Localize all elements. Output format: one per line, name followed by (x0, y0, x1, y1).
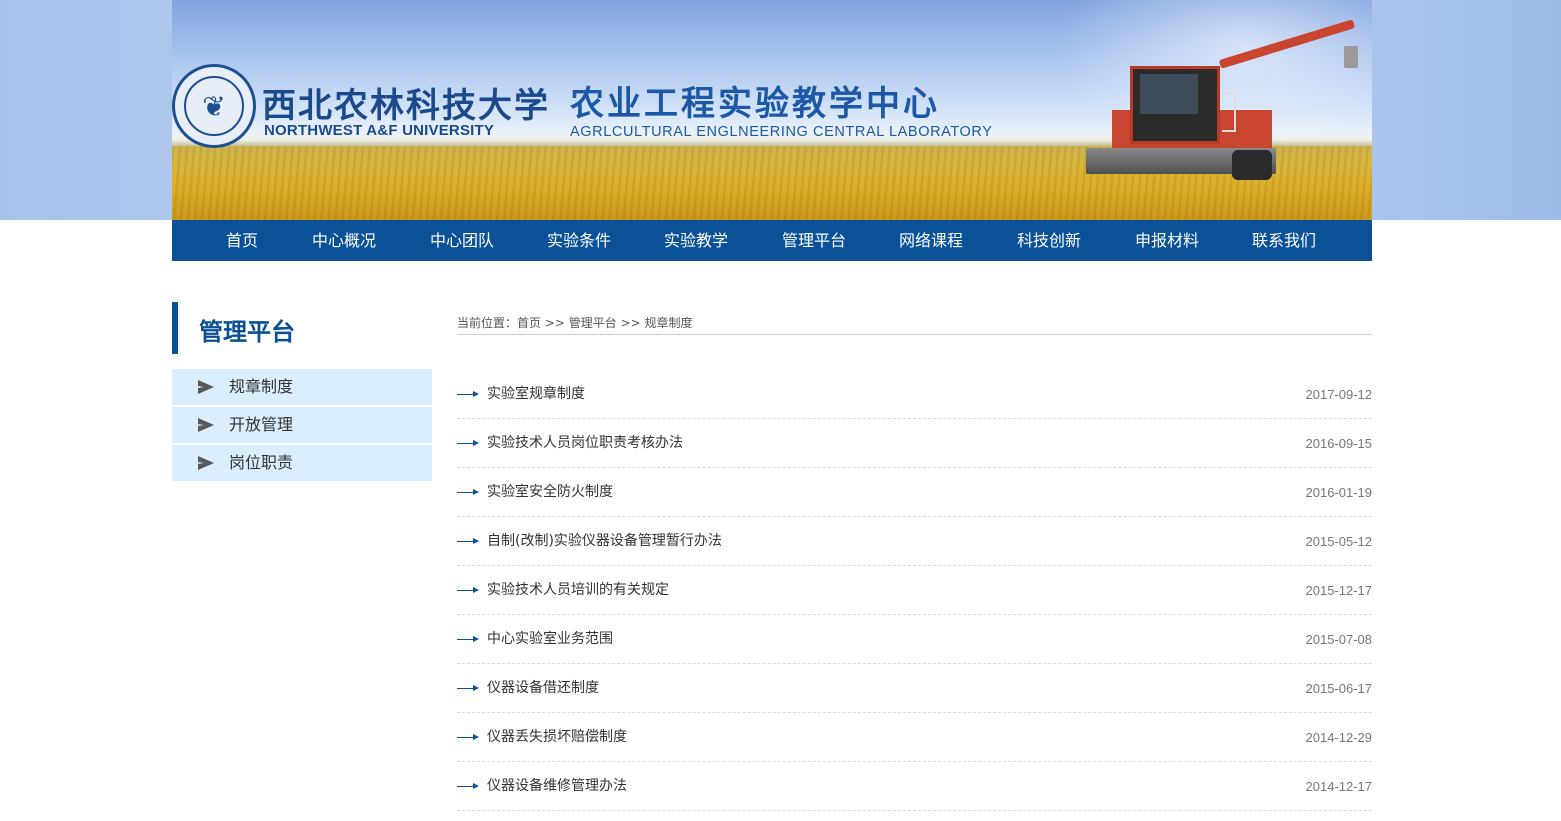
harvester-rail (1222, 92, 1236, 132)
sidebar-item-label: 岗位职责 (229, 453, 294, 472)
nav-item-conditions[interactable]: 实验条件 (547, 220, 611, 261)
list-item: 实验室规章制度 2017-09-12 (457, 370, 1372, 419)
arrow-right-icon (457, 636, 479, 642)
arrow-right-icon (198, 456, 214, 470)
arrow-right-icon (457, 734, 479, 740)
article-title-link[interactable]: 仪器丢失损坏赔偿制度 (487, 713, 627, 762)
article-list: 实验室规章制度 2017-09-12 实验技术人员岗位职责考核办法 2016-0… (457, 370, 1372, 811)
article-title-link[interactable]: 实验技术人员培训的有关规定 (487, 566, 669, 615)
sidebar-menu: 规章制度 开放管理 岗位职责 (172, 369, 432, 483)
arrow-right-icon (198, 418, 214, 432)
nav-item-team[interactable]: 中心团队 (430, 220, 494, 261)
list-item: 仪器设备维修管理办法 2014-12-17 (457, 762, 1372, 811)
arrow-right-icon (457, 538, 479, 544)
university-name-en: NORTHWEST A&F UNIVERSITY (264, 122, 495, 139)
sidebar-item-label: 开放管理 (229, 415, 294, 434)
arrow-right-icon (457, 587, 479, 593)
sidebar-item-duties[interactable]: 岗位职责 (172, 445, 432, 481)
article-date: 2016-09-15 (1305, 436, 1373, 451)
sidebar-item-regulations[interactable]: 规章制度 (172, 369, 432, 405)
article-title-link[interactable]: 实验室安全防火制度 (487, 468, 613, 517)
sidebar-item-label: 规章制度 (229, 377, 294, 396)
article-date: 2015-05-12 (1305, 534, 1373, 549)
article-title-link[interactable]: 实验技术人员岗位职责考核办法 (487, 419, 683, 468)
center-name-cn: 农业工程实验教学中心 (570, 84, 940, 124)
breadcrumb-separator: >> (616, 316, 645, 330)
article-title-link[interactable]: 仪器设备借还制度 (487, 664, 599, 713)
nav-item-courses[interactable]: 网络课程 (899, 220, 963, 261)
breadcrumb-section-link[interactable]: 管理平台 (569, 316, 617, 330)
article-title-link[interactable]: 实验室规章制度 (487, 370, 585, 419)
article-title-link[interactable]: 仪器设备维修管理办法 (487, 762, 627, 811)
list-item: 仪器设备借还制度 2015-06-17 (457, 664, 1372, 713)
university-name-cn[interactable]: 西北农林科技大学 (262, 78, 550, 127)
nav-item-overview[interactable]: 中心概况 (312, 220, 376, 261)
list-item: 自制(改制)实验仪器设备管理暂行办法 2015-05-12 (457, 517, 1372, 566)
breadcrumb-separator: >> (541, 316, 569, 330)
breadcrumb: 当前位置：首页 >> 管理平台 >> 规章制度 (457, 314, 1372, 335)
harvester-wheel (1232, 150, 1272, 180)
nav-item-home[interactable]: 首页 (226, 220, 258, 261)
main-nav: 首页 中心概况 中心团队 实验条件 实验教学 管理平台 网络课程 科技创新 申报… (172, 220, 1372, 261)
article-title-link[interactable]: 中心实验室业务范围 (487, 615, 613, 664)
article-date: 2014-12-17 (1305, 779, 1373, 794)
article-date: 2014-12-29 (1305, 730, 1373, 745)
list-item: 实验技术人员培训的有关规定 2015-12-17 (457, 566, 1372, 615)
list-item: 实验技术人员岗位职责考核办法 2016-09-15 (457, 419, 1372, 468)
nav-item-materials[interactable]: 申报材料 (1135, 220, 1199, 261)
arrow-right-icon (198, 380, 214, 394)
breadcrumb-prefix: 当前位置： (457, 316, 518, 330)
nav-item-teaching[interactable]: 实验教学 (664, 220, 728, 261)
breadcrumb-home-link[interactable]: 首页 (517, 316, 541, 330)
sidebar-heading: 管理平台 (172, 302, 432, 354)
nav-item-contact[interactable]: 联系我们 (1252, 220, 1316, 261)
arrow-right-icon (457, 391, 479, 397)
article-date: 2017-09-12 (1305, 387, 1373, 402)
article-title-link[interactable]: 自制(改制)实验仪器设备管理暂行办法 (487, 517, 722, 566)
harvester-cab-glass (1140, 74, 1198, 114)
sidebar-title: 管理平台 (199, 318, 295, 346)
article-date: 2015-06-17 (1305, 681, 1373, 696)
arrow-right-icon (457, 685, 479, 691)
arrow-right-icon (457, 440, 479, 446)
harvester-image (1082, 19, 1372, 190)
sidebar-item-open-management[interactable]: 开放管理 (172, 407, 432, 443)
nav-item-innovation[interactable]: 科技创新 (1017, 220, 1081, 261)
seal-inner-ring: ❦ (184, 76, 244, 136)
list-item: 实验室安全防火制度 2016-01-19 (457, 468, 1372, 517)
breadcrumb-current-link[interactable]: 规章制度 (645, 316, 693, 330)
list-item: 中心实验室业务范围 2015-07-08 (457, 615, 1372, 664)
arrow-right-icon (457, 783, 479, 789)
article-date: 2016-01-19 (1305, 485, 1373, 500)
article-date: 2015-07-08 (1305, 632, 1373, 647)
harvester-spout (1344, 46, 1358, 68)
list-item: 仪器丢失损坏赔偿制度 2014-12-29 (457, 713, 1372, 762)
university-seal-icon[interactable]: ❦ (172, 64, 256, 148)
article-date: 2015-12-17 (1305, 583, 1373, 598)
arrow-right-icon (457, 489, 479, 495)
center-name-en: AGRLCULTURAL ENGLNEERING CENTRAL LABORAT… (570, 124, 993, 140)
nav-item-management[interactable]: 管理平台 (782, 220, 846, 261)
wheat-icon: ❦ (202, 89, 226, 123)
